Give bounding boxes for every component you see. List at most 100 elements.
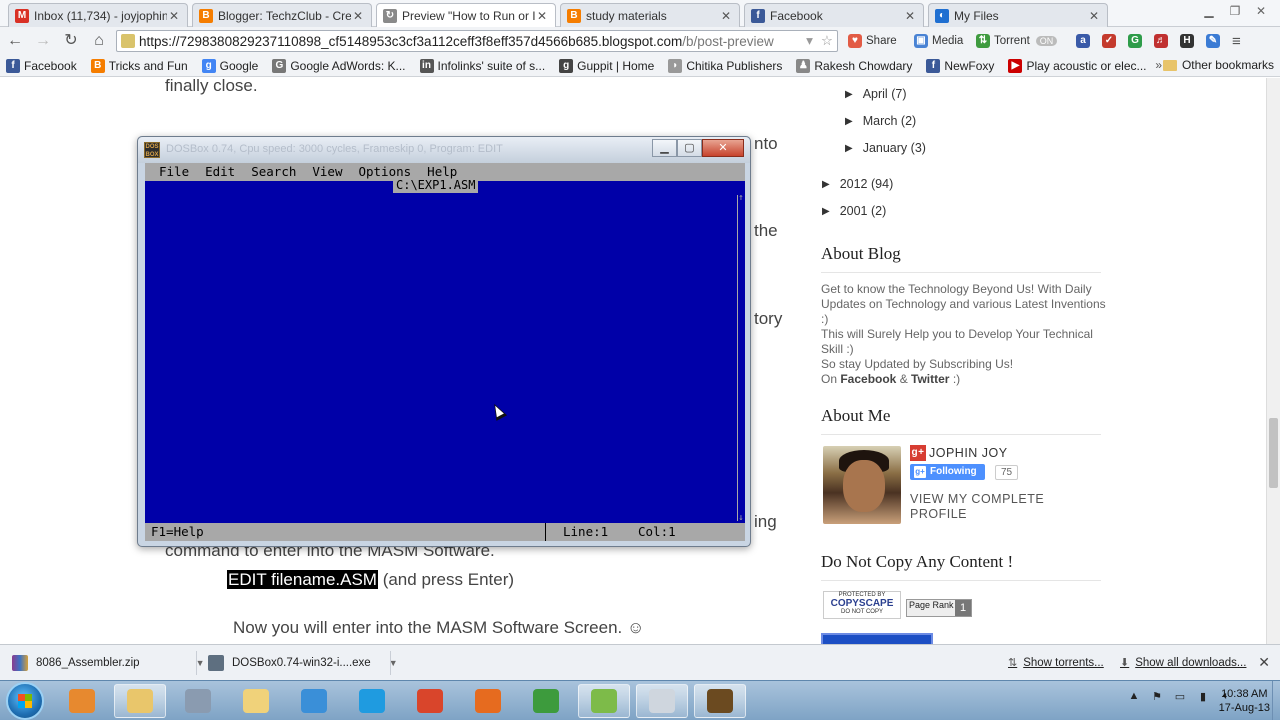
show-torrents-link[interactable]: ⇅ Show torrents... — [1008, 656, 1104, 670]
archive-item[interactable]: ▶ January (3) — [845, 141, 926, 155]
avatar[interactable] — [823, 446, 901, 524]
taskbar-app[interactable] — [404, 684, 456, 718]
close-tab-icon[interactable]: ✕ — [351, 9, 365, 23]
h-extension-icon[interactable]: H — [1180, 34, 1194, 48]
dosbox-titlebar[interactable]: DOS BOX DOSBox 0.74, Cpu speed: 3000 cycl… — [138, 137, 750, 163]
scroll-up-icon[interactable]: ↑ — [737, 193, 745, 203]
taskbar-app[interactable] — [346, 684, 398, 718]
tray-arrow-icon[interactable]: ▲ — [1126, 690, 1142, 704]
home-icon[interactable]: ⌂ — [86, 29, 112, 53]
reload-icon[interactable]: ↻ — [58, 29, 84, 53]
edit-text-area[interactable] — [145, 179, 745, 523]
bookmark-item[interactable]: g Guppit | Home — [559, 58, 654, 73]
browser-tab[interactable]: B Blogger: TechzClub - Crea ✕ — [192, 3, 372, 27]
forward-icon[interactable]: → — [30, 29, 56, 53]
edit-menu-item[interactable]: File — [159, 164, 189, 179]
bookmark-item[interactable]: B Tricks and Fun — [90, 58, 188, 73]
edit-scrollbar[interactable]: ↑ ↓ — [737, 193, 745, 523]
archive-label[interactable]: 2001 — [840, 204, 868, 218]
twitter-link[interactable]: Twitter — [911, 372, 949, 386]
bookmark-item[interactable]: g Google — [201, 58, 258, 73]
archive-item[interactable]: ▶ 2012 (94) — [822, 177, 893, 191]
taskbar-app[interactable] — [114, 684, 166, 718]
bookmark-item[interactable]: ♟ Rakesh Chowdary — [796, 58, 912, 73]
bookmark-item[interactable]: f Facebook — [6, 58, 77, 73]
taskbar-app[interactable] — [172, 684, 224, 718]
green-extension-icon[interactable]: G — [1128, 34, 1142, 48]
bookmark-item[interactable]: G Google AdWords: K... — [272, 58, 406, 73]
browser-tab[interactable]: ◐ My Files ✕ — [928, 3, 1108, 27]
scrollbar-thumb[interactable] — [1269, 418, 1278, 488]
display-icon[interactable]: ▭ — [1172, 690, 1188, 704]
taskbar-app[interactable] — [462, 684, 514, 718]
taskbar-app[interactable] — [230, 684, 282, 718]
browser-tab[interactable]: f Facebook ✕ — [744, 3, 924, 27]
download-item[interactable]: 8086_Assembler.zip ▼ — [12, 650, 204, 676]
music-extension-icon[interactable]: ♬ — [1154, 34, 1168, 48]
taskbar-app[interactable] — [520, 684, 572, 718]
adblock-extension-icon[interactable]: ✓ — [1102, 34, 1116, 48]
browser-tab[interactable]: ↻ Preview "How to Run or In ✕ — [376, 3, 556, 27]
bookmarks-overflow-icon[interactable]: » — [1155, 58, 1162, 72]
dosbox-window[interactable]: DOS BOX DOSBox 0.74, Cpu speed: 3000 cycl… — [137, 136, 751, 547]
pen-extension-icon[interactable]: ✎ — [1206, 34, 1220, 48]
browser-tab[interactable]: M Inbox (11,734) - joyjophin@ ✕ — [8, 3, 188, 27]
archive-label[interactable]: 2012 — [840, 177, 868, 191]
taskbar-app[interactable] — [288, 684, 340, 718]
browser-tab[interactable]: Bstudy materials ✕ — [560, 3, 740, 27]
network-icon[interactable]: ▮ — [1195, 690, 1211, 704]
profile-name[interactable]: g+ JOPHIN JOY — [910, 445, 1008, 461]
edit-menu-item[interactable]: View — [312, 164, 342, 179]
clock[interactable]: 10:38 AM 17-Aug-13 — [1219, 687, 1270, 715]
taskbar-app[interactable] — [56, 684, 108, 718]
other-bookmarks[interactable]: Other bookmarks — [1162, 58, 1274, 72]
expand-arrow-icon[interactable]: ▶ — [822, 206, 830, 217]
archive-item[interactable]: ▶ 2001 (2) — [822, 204, 886, 218]
dos-edit-screen[interactable]: File Edit Search View Options Help C:\EXP1.AS… — [145, 163, 745, 541]
close-icon[interactable]: ✕ — [1258, 654, 1270, 671]
minimize-icon[interactable]: ▁ — [1196, 2, 1222, 20]
close-tab-icon[interactable]: ✕ — [903, 9, 917, 23]
edit-menu-item[interactable]: Help — [427, 164, 457, 179]
scroll-down-icon[interactable]: ↓ — [737, 513, 745, 523]
archive-label[interactable]: January — [863, 141, 907, 155]
address-bar[interactable]: https://729838082923711089​8_cf5148953c3… — [116, 30, 838, 52]
minimize-icon[interactable]: ▁ — [652, 139, 677, 157]
status-help[interactable]: F1=Help — [151, 523, 204, 541]
expand-arrow-icon[interactable]: ▶ — [845, 143, 853, 154]
following-button[interactable]: g+ Following — [910, 464, 985, 480]
maximize-icon[interactable]: ❐ — [1222, 2, 1248, 20]
archive-label[interactable]: April — [863, 87, 888, 101]
bookmark-item[interactable]: ◗ Chitika Publishers — [668, 58, 782, 73]
taskbar-app[interactable] — [694, 684, 746, 718]
edit-menu-item[interactable]: Search — [251, 164, 296, 179]
page-scrollbar[interactable] — [1266, 78, 1280, 644]
action-center-icon[interactable]: ⚑ — [1149, 690, 1165, 704]
taskbar-app[interactable] — [578, 684, 630, 718]
copyscape-badge[interactable]: PROTECTED BY COPYSCAPE DO NOT COPY — [823, 591, 901, 619]
translate-extension-icon[interactable]: a — [1076, 34, 1090, 48]
bookmark-item[interactable]: in Infolinks' suite of s... — [419, 58, 545, 73]
show-all-downloads-link[interactable]: ⬇ Show all downloads... — [1120, 656, 1246, 670]
bookmark-star-icon[interactable]: ☆ — [821, 33, 833, 49]
archive-label[interactable]: March — [863, 114, 898, 128]
edit-menu-item[interactable]: Options — [358, 164, 411, 179]
view-profile-link[interactable]: VIEW MY COMPLETE PROFILE — [910, 492, 1070, 522]
close-tab-icon[interactable]: ✕ — [1087, 9, 1101, 23]
bookmark-item[interactable]: f NewFoxy — [926, 58, 994, 73]
close-tab-icon[interactable]: ✕ — [535, 9, 549, 23]
pagerank-badge[interactable]: Page Rank 1 — [906, 599, 972, 617]
archive-item[interactable]: ▶ April (7) — [845, 87, 906, 101]
expand-arrow-icon[interactable]: ▶ — [822, 179, 830, 190]
edit-menu-item[interactable]: Edit — [205, 164, 235, 179]
show-desktop-button[interactable] — [1272, 681, 1280, 720]
bookmark-item[interactable]: ▶ Play acoustic or elec... — [1008, 58, 1147, 73]
share-extension[interactable]: ♥ Share — [848, 30, 897, 52]
taskbar-app[interactable] — [636, 684, 688, 718]
expand-arrow-icon[interactable]: ▶ — [845, 116, 853, 127]
close-tab-icon[interactable]: ✕ — [719, 9, 733, 23]
close-window-icon[interactable]: ✕ — [1248, 2, 1274, 20]
torrent-extension[interactable]: ⇅ Torrent ON — [976, 30, 1058, 52]
facebook-link[interactable]: Facebook — [840, 372, 896, 386]
media-extension[interactable]: ▣ Media — [914, 30, 963, 52]
